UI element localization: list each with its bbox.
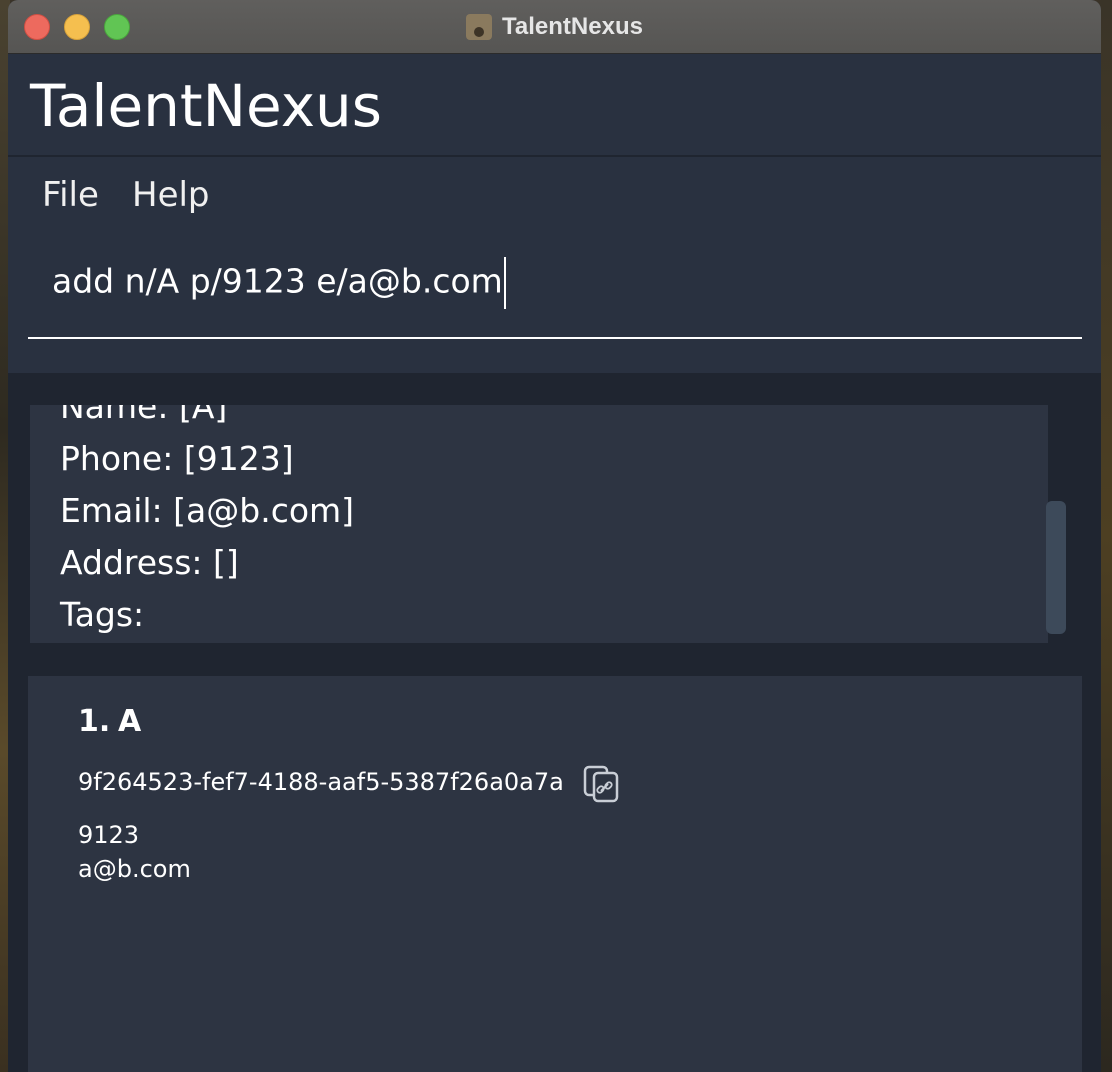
app-name-heading: TalentNexus [30,72,383,140]
result-scrollbar-thumb[interactable] [1046,501,1066,634]
app-header: TalentNexus [8,54,1101,157]
result-display-panel: Name: [A] Phone: [9123] Email: [a@b.com]… [8,373,1101,673]
person-phone: 9123 [78,821,140,849]
text-caret [503,257,506,309]
result-display[interactable]: Name: [A] Phone: [9123] Email: [a@b.com]… [30,405,1048,643]
window-title-group: TalentNexus [8,0,1101,53]
result-line-address: Address: [] [60,543,239,582]
person-name: A [118,704,142,739]
menu-help[interactable]: Help [132,175,210,215]
result-line-tags: Tags: [60,595,145,634]
person-uuid: 9f264523-fef7-4188-aaf5-5387f26a0a7a [78,768,564,796]
person-list-panel: 1. A 9f264523-fef7-4188-aaf5-5387f26a0a7… [8,673,1101,1072]
person-index: 1. [78,704,111,739]
menu-bar: File Help [8,157,1101,229]
person-email: a@b.com [78,855,191,883]
result-line-phone: Phone: [9123] [60,439,294,478]
command-value: add n/A p/9123 e/a@b.com [52,261,503,301]
desktop-background-right [1100,0,1112,1072]
window-title: TalentNexus [502,12,643,40]
result-lines: Name: [A] Phone: [9123] Email: [a@b.com]… [60,405,354,641]
contacts-icon [466,13,493,40]
command-box: add n/A p/9123 e/a@b.com [8,229,1101,373]
command-input-text: add n/A p/9123 e/a@b.com [52,257,506,309]
menu-file[interactable]: File [42,175,99,215]
result-line-name: Name: [A] [60,405,228,426]
person-card[interactable]: 1. A 9f264523-fef7-4188-aaf5-5387f26a0a7… [28,676,1082,1072]
result-line-email: Email: [a@b.com] [60,491,355,530]
title-bar[interactable]: TalentNexus [8,0,1101,54]
app-window: TalentNexus TalentNexus File Help add n/… [8,0,1101,1072]
copy-link-icon[interactable] [582,764,622,804]
